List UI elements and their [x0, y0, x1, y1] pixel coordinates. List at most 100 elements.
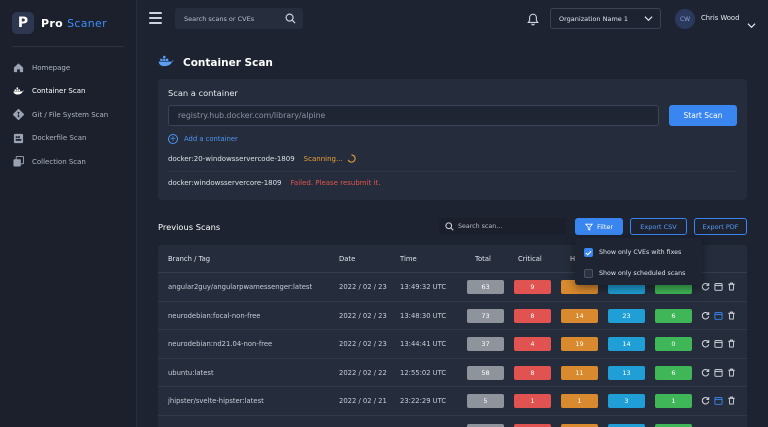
export-pdf-button[interactable]: Export PDF	[694, 218, 747, 235]
table-row[interactable]: jhipster/svelte-hipster:latest 2022 / 02…	[158, 387, 747, 416]
table-row[interactable]: neurodebian:nd21.04-non-free 2022 / 02 /…	[158, 330, 747, 359]
sidebar-item-homepage[interactable]: Homepage	[0, 56, 137, 80]
sidebar-item-git-scan[interactable]: Git / File System Scan	[0, 103, 137, 127]
filter-option-fixes[interactable]: Show only CVEs with fixes	[584, 248, 681, 257]
sidebar-divider	[12, 46, 124, 47]
git-icon	[13, 109, 24, 121]
home-icon	[13, 62, 24, 73]
add-container-label: Add a container	[184, 135, 238, 143]
container-name: docker:windowsservercore-1809	[168, 179, 282, 187]
filter-button[interactable]: Filter	[575, 218, 623, 235]
docker-icon	[158, 55, 174, 70]
avatar[interactable]: CW	[675, 9, 695, 29]
scan-search-input[interactable]: Search scan...	[439, 218, 566, 235]
export-csv-button[interactable]: Export CSV	[630, 218, 687, 235]
cell-branch: neurodebian:focal-non-free	[168, 311, 261, 320]
checkbox-unchecked-icon[interactable]	[584, 269, 593, 278]
total-badge: 37	[467, 337, 504, 351]
sidebar-item-label: Git / File System Scan	[32, 110, 109, 119]
row-actions	[701, 311, 740, 320]
rescan-icon[interactable]	[701, 311, 710, 320]
high-badge: 19	[561, 337, 598, 351]
add-container-link[interactable]: + Add a container	[168, 134, 238, 144]
cell-date: 2022 / 02 / 23	[339, 283, 387, 291]
checkbox-checked-icon[interactable]	[584, 248, 593, 257]
trash-icon[interactable]	[727, 368, 736, 377]
search-icon	[445, 222, 454, 233]
container-status: Failed. Please resubmit it.	[290, 179, 381, 187]
global-search-input[interactable]: Search scans or CVEs	[175, 8, 303, 29]
column-header-date[interactable]: Date	[339, 255, 355, 263]
rescan-icon[interactable]	[701, 396, 710, 405]
high-badge: 1	[561, 394, 598, 408]
low-badge: 0	[655, 337, 692, 351]
sidebar-item-dockerfile-scan[interactable]: Dockerfile Scan	[0, 127, 137, 151]
column-header-critical[interactable]: Critical	[518, 255, 542, 263]
rescan-icon[interactable]	[701, 339, 710, 348]
cell-time: 13:49:32 UTC	[400, 283, 447, 291]
sidebar: P Pro Scaner Homepage Container Scan Git…	[0, 0, 137, 427]
high-badge: 14	[561, 308, 598, 323]
high-badge: 11	[561, 365, 598, 380]
table-row[interactable]: neurodebian:focal-non-free 2022 / 02 / 2…	[158, 302, 747, 330]
filter-option-label: Show only CVEs with fixes	[599, 249, 682, 256]
sidebar-item-collection-scan[interactable]: Collection Scan	[0, 150, 137, 174]
calendar-icon[interactable]	[714, 339, 723, 348]
plus-icon: +	[168, 134, 178, 144]
cell-date: 2022 / 02 / 23	[339, 340, 387, 348]
total-badge: 58	[467, 365, 504, 380]
user-name[interactable]: Chris Wood	[701, 14, 739, 22]
critical-badge: 1	[514, 394, 551, 408]
scan-card-title: Scan a container	[168, 88, 238, 98]
filter-label: Filter	[596, 222, 614, 231]
trash-icon[interactable]	[727, 396, 736, 405]
app-name: Pro Scaner	[41, 17, 107, 30]
column-header-branch[interactable]: Branch / Tag	[168, 255, 210, 263]
total-badge: 5	[467, 394, 504, 408]
cell-time: 12:55:02 UTC	[400, 368, 447, 377]
cell-branch: neurodebian:nd21.04-non-free	[168, 340, 273, 348]
global-search-placeholder: Search scans or CVEs	[184, 14, 255, 23]
page-title: Container Scan	[158, 55, 273, 70]
trash-icon[interactable]	[727, 311, 736, 320]
sidebar-item-container-scan[interactable]: Container Scan	[0, 80, 137, 104]
cell-branch: ubuntu:latest	[168, 368, 214, 377]
sidebar-item-label: Collection Scan	[32, 157, 86, 166]
container-url-placeholder: registry.hub.docker.com/library/alpine	[178, 111, 326, 120]
column-header-total[interactable]: Total	[475, 255, 491, 263]
calendar-icon[interactable]	[714, 396, 723, 405]
organization-select[interactable]: Organization Name 1	[550, 8, 661, 29]
rescan-icon[interactable]	[701, 368, 710, 377]
rescan-icon[interactable]	[701, 282, 710, 291]
trash-icon[interactable]	[727, 339, 736, 348]
sidebar-item-label: Dockerfile Scan	[32, 134, 87, 143]
critical-badge: 8	[514, 365, 551, 380]
cell-date: 2022 / 02 / 21	[339, 397, 387, 405]
sidebar-nav: Homepage Container Scan Git / File Syste…	[0, 56, 137, 174]
bell-icon[interactable]	[527, 11, 539, 30]
total-badge	[467, 423, 504, 427]
search-icon[interactable]	[285, 13, 296, 26]
calendar-icon[interactable]	[714, 282, 723, 291]
calendar-icon[interactable]	[714, 311, 723, 320]
table-row[interactable]: ubuntu:latest 2022 / 02 / 22 12:55:02 UT…	[158, 359, 747, 387]
critical-badge: 4	[514, 337, 551, 351]
previous-scans-title: Previous Scans	[158, 222, 221, 232]
row-actions	[701, 339, 740, 348]
trash-icon[interactable]	[727, 282, 736, 291]
medium-badge: 13	[608, 365, 645, 380]
filter-icon	[584, 223, 593, 231]
critical-badge	[514, 423, 551, 427]
divider	[168, 171, 737, 172]
chevron-down-icon[interactable]	[747, 14, 756, 33]
row-actions	[701, 282, 740, 291]
calendar-icon[interactable]	[714, 368, 723, 377]
organization-name: Organization Name 1	[559, 14, 628, 23]
container-url-input[interactable]: registry.hub.docker.com/library/alpine	[168, 105, 659, 126]
column-header-time[interactable]: Time	[400, 255, 417, 263]
table-row[interactable]	[158, 416, 747, 427]
menu-icon[interactable]	[149, 12, 162, 24]
start-scan-button[interactable]: Start Scan	[669, 105, 737, 126]
filter-option-scheduled[interactable]: Show only scheduled scans	[584, 269, 685, 278]
app-logo[interactable]: P Pro Scaner	[12, 12, 107, 34]
